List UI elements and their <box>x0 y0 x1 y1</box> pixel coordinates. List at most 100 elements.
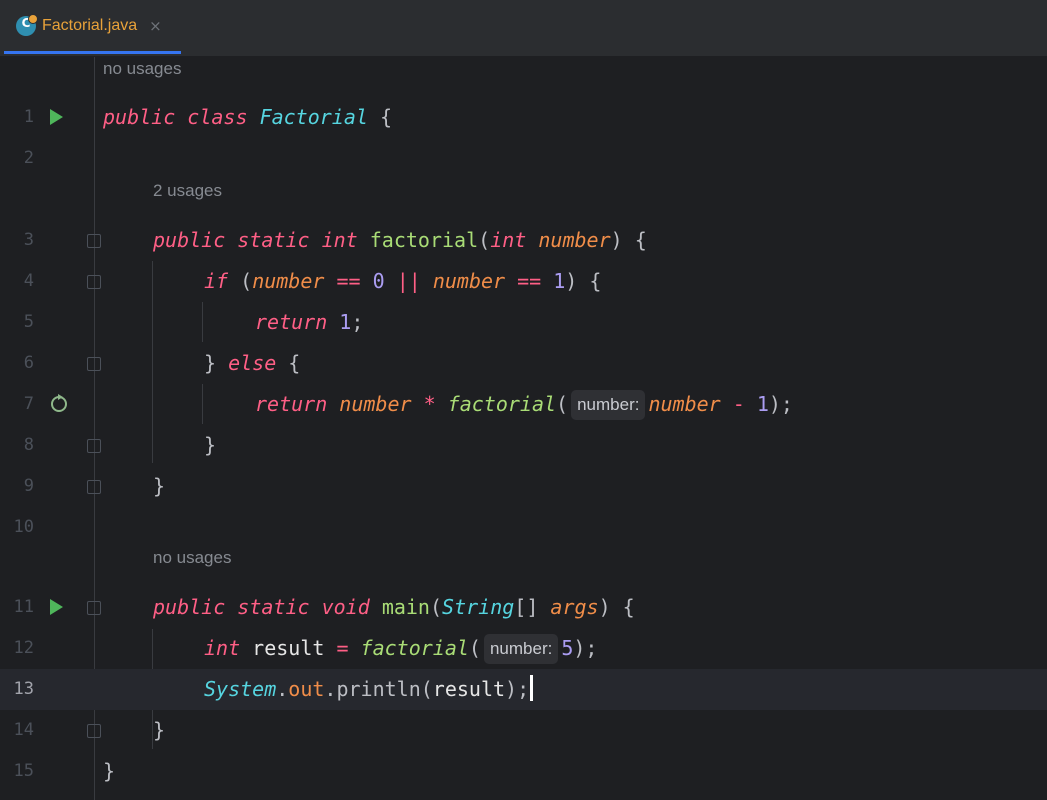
method-call: .println( <box>324 677 433 701</box>
punct: ) { <box>610 228 647 252</box>
kw-public: public <box>153 595 226 619</box>
punct: { <box>276 351 301 375</box>
method-name: factorial <box>369 228 479 252</box>
punct: ( <box>228 269 253 293</box>
number-literal: 0 <box>372 269 385 293</box>
java-class-file-icon: C <box>16 13 38 36</box>
kw-return: return <box>255 310 328 334</box>
punct: ) { <box>565 269 602 293</box>
code-line: 11 public static void main(String[] args… <box>0 587 1047 628</box>
run-triangle-icon[interactable] <box>50 599 63 615</box>
usages-hint[interactable]: no usages <box>153 548 231 589</box>
kw-return: return <box>255 392 328 416</box>
code-line: 8 } <box>0 425 1047 466</box>
kw-class: class <box>187 105 248 129</box>
kw-static: static <box>237 228 310 252</box>
local-var: result <box>252 636 325 660</box>
recursive-call-icon[interactable] <box>51 394 67 412</box>
punct: } <box>204 351 229 375</box>
number-literal: 1 <box>339 310 352 334</box>
code-line: 14 } <box>0 710 1047 751</box>
var-ref: number <box>648 392 721 416</box>
usages-hint[interactable]: 2 usages <box>153 181 222 222</box>
punct: ); <box>505 677 530 701</box>
line-number: 14 <box>13 720 34 740</box>
punct: ; <box>351 310 364 334</box>
line-number: 2 <box>23 148 34 168</box>
fold-marker-icon[interactable] <box>87 480 101 494</box>
fold-marker-icon[interactable] <box>87 439 101 453</box>
usages-hint[interactable]: no usages <box>103 59 181 100</box>
line-number: 6 <box>23 353 34 373</box>
code-line: 5 return 1; <box>0 302 1047 343</box>
line-number: 9 <box>23 476 34 496</box>
local-var: result <box>432 677 506 701</box>
line-number: 10 <box>13 517 34 537</box>
param-name: number <box>538 228 611 252</box>
kw-public: public <box>103 105 176 129</box>
line-number: 8 <box>23 435 34 455</box>
code-line-current: 13 System.out.println(result); <box>0 669 1047 710</box>
operator: = <box>324 636 361 660</box>
punct: { <box>367 105 393 129</box>
class-ref: System <box>204 677 277 701</box>
tab-file-name: Factorial.java <box>42 16 138 34</box>
fold-marker-icon[interactable] <box>87 601 101 615</box>
kw-if: if <box>204 269 229 293</box>
line-number: 7 <box>23 394 34 414</box>
punct: ); <box>768 392 793 416</box>
code-editor[interactable]: no usages 1 public class Factorial { 2 2… <box>0 57 1047 800</box>
line-number: 3 <box>23 230 34 250</box>
line-number: 1 <box>23 107 34 127</box>
operator: * <box>411 392 448 416</box>
operator: - <box>720 392 757 416</box>
punct: ) { <box>598 595 635 619</box>
field-ref: out <box>288 677 325 701</box>
text-caret <box>530 675 534 701</box>
var-ref: number <box>252 269 325 293</box>
line-number: 13 <box>13 679 34 699</box>
fold-marker-icon[interactable] <box>87 724 101 738</box>
number-literal: 1 <box>553 269 566 293</box>
fold-marker-icon[interactable] <box>87 234 101 248</box>
code-line: 2 <box>0 138 1047 179</box>
punct: ( <box>468 636 481 660</box>
code-line: 4 if (number == 0 || number == 1) { <box>0 261 1047 302</box>
line-number: 4 <box>23 271 34 291</box>
kw-static: static <box>237 595 310 619</box>
line-number: 15 <box>13 761 34 781</box>
punct: } <box>153 718 166 742</box>
tab-factorial-java[interactable]: C Factorial.java × <box>4 0 181 54</box>
punct: . <box>276 677 289 701</box>
punct: ( <box>556 392 569 416</box>
punct: } <box>103 759 116 783</box>
param-name: args <box>550 595 599 619</box>
parameter-hint: number: <box>483 634 559 664</box>
tab-close-icon[interactable]: × <box>149 17 162 35</box>
line-number: 5 <box>23 312 34 332</box>
number-literal: 5 <box>561 636 574 660</box>
kw-int: int <box>321 228 358 252</box>
punct: } <box>153 474 166 498</box>
code-line: 1 public class Factorial { <box>0 97 1047 138</box>
fold-marker-icon[interactable] <box>87 275 101 289</box>
code-line: 6 } else { <box>0 343 1047 384</box>
code-line: 9 } <box>0 466 1047 507</box>
class-ref: String <box>442 595 515 619</box>
kw-int: int <box>490 228 527 252</box>
operator: == <box>324 269 373 293</box>
fold-marker-icon[interactable] <box>87 357 101 371</box>
run-triangle-icon[interactable] <box>50 109 63 125</box>
line-number: 11 <box>13 597 34 617</box>
kw-else: else <box>228 351 277 375</box>
kw-public: public <box>153 228 226 252</box>
code-line: 15 } <box>0 751 1047 792</box>
method-call: factorial <box>360 636 469 660</box>
line-number: 12 <box>13 638 34 658</box>
operator: || <box>384 269 433 293</box>
kw-void: void <box>321 595 370 619</box>
code-line: 3 public static int factorial(int number… <box>0 220 1047 261</box>
method-call: factorial <box>447 392 557 416</box>
punct: ( <box>478 228 491 252</box>
punct: [] <box>514 595 551 619</box>
